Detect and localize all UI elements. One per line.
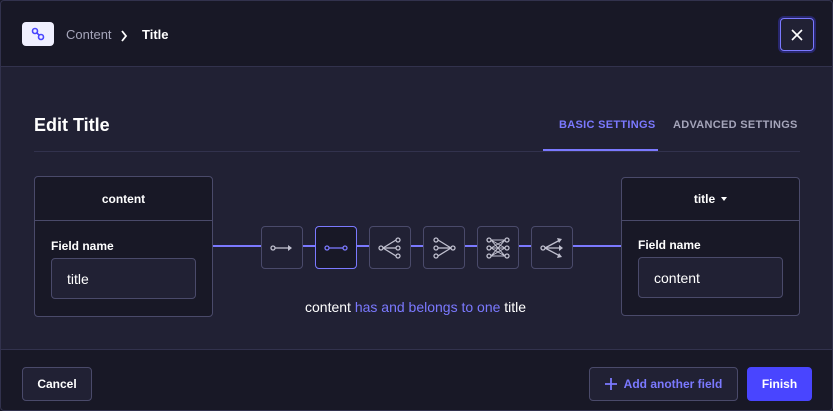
cancel-button[interactable]: Cancel xyxy=(22,367,92,401)
tabs-divider xyxy=(34,151,800,152)
relation-description: content has and belongs to one title xyxy=(305,299,526,316)
relation-verb: has and belongs to one xyxy=(354,299,501,315)
caret-down-icon xyxy=(721,197,728,201)
source-collection-name: content xyxy=(35,177,212,221)
modal-header: Content Title xyxy=(1,1,832,67)
relation-one-to-one-button[interactable] xyxy=(315,226,357,269)
breadcrumb-title: Title xyxy=(142,27,169,42)
source-field-label: Field name xyxy=(51,239,114,253)
connector-line xyxy=(465,245,477,247)
relation-many-ways-button[interactable] xyxy=(531,226,573,269)
many-to-many-icon xyxy=(486,236,510,259)
target-collection-select[interactable]: title xyxy=(622,178,799,221)
add-another-field-label: Add another field xyxy=(623,377,723,391)
target-field-name-input[interactable] xyxy=(638,257,783,298)
many-ways-icon xyxy=(540,237,563,258)
relation-one-to-many-button[interactable] xyxy=(369,226,411,269)
close-icon xyxy=(791,28,803,41)
chevron-right-icon xyxy=(120,29,128,47)
target-field-label: Field name xyxy=(638,238,701,252)
close-button[interactable] xyxy=(780,18,814,51)
modal-footer: Cancel Add another field Finish xyxy=(1,349,832,410)
one-to-many-icon xyxy=(378,236,401,259)
page-title: Edit Title xyxy=(34,115,110,135)
source-field-box: content Field name xyxy=(34,176,213,317)
edit-relation-modal: Content Title Edit Title BASIC SETTINGS … xyxy=(0,0,833,411)
relation-many-to-one-button[interactable] xyxy=(423,226,465,269)
relation-link-icon xyxy=(22,22,54,46)
many-to-one-icon xyxy=(433,236,456,259)
connector-line xyxy=(411,245,423,247)
one-to-one-icon xyxy=(324,244,348,251)
source-field-name-input[interactable] xyxy=(51,258,196,299)
connector-line xyxy=(303,245,315,247)
tab-basic-settings[interactable]: BASIC SETTINGS xyxy=(559,119,656,132)
plus-icon xyxy=(604,378,617,390)
one-way-icon xyxy=(270,244,292,251)
active-tab-indicator xyxy=(543,149,658,151)
connector-line xyxy=(573,245,621,247)
tab-advanced-settings[interactable]: ADVANCED SETTINGS xyxy=(673,119,798,132)
target-collection-name: title xyxy=(693,192,716,206)
breadcrumb-content[interactable]: Content xyxy=(66,27,112,43)
relation-source-name: content xyxy=(305,299,351,315)
connector-line xyxy=(519,245,531,247)
relation-target-name: title xyxy=(504,299,527,315)
relation-one-way-button[interactable] xyxy=(261,226,303,269)
add-another-field-button[interactable]: Add another field xyxy=(589,367,738,401)
finish-button[interactable]: Finish xyxy=(747,367,812,401)
connector-line xyxy=(213,245,261,247)
connector-line xyxy=(357,245,369,247)
relation-many-to-many-button[interactable] xyxy=(477,226,519,269)
target-field-box: title Field name xyxy=(621,177,800,316)
